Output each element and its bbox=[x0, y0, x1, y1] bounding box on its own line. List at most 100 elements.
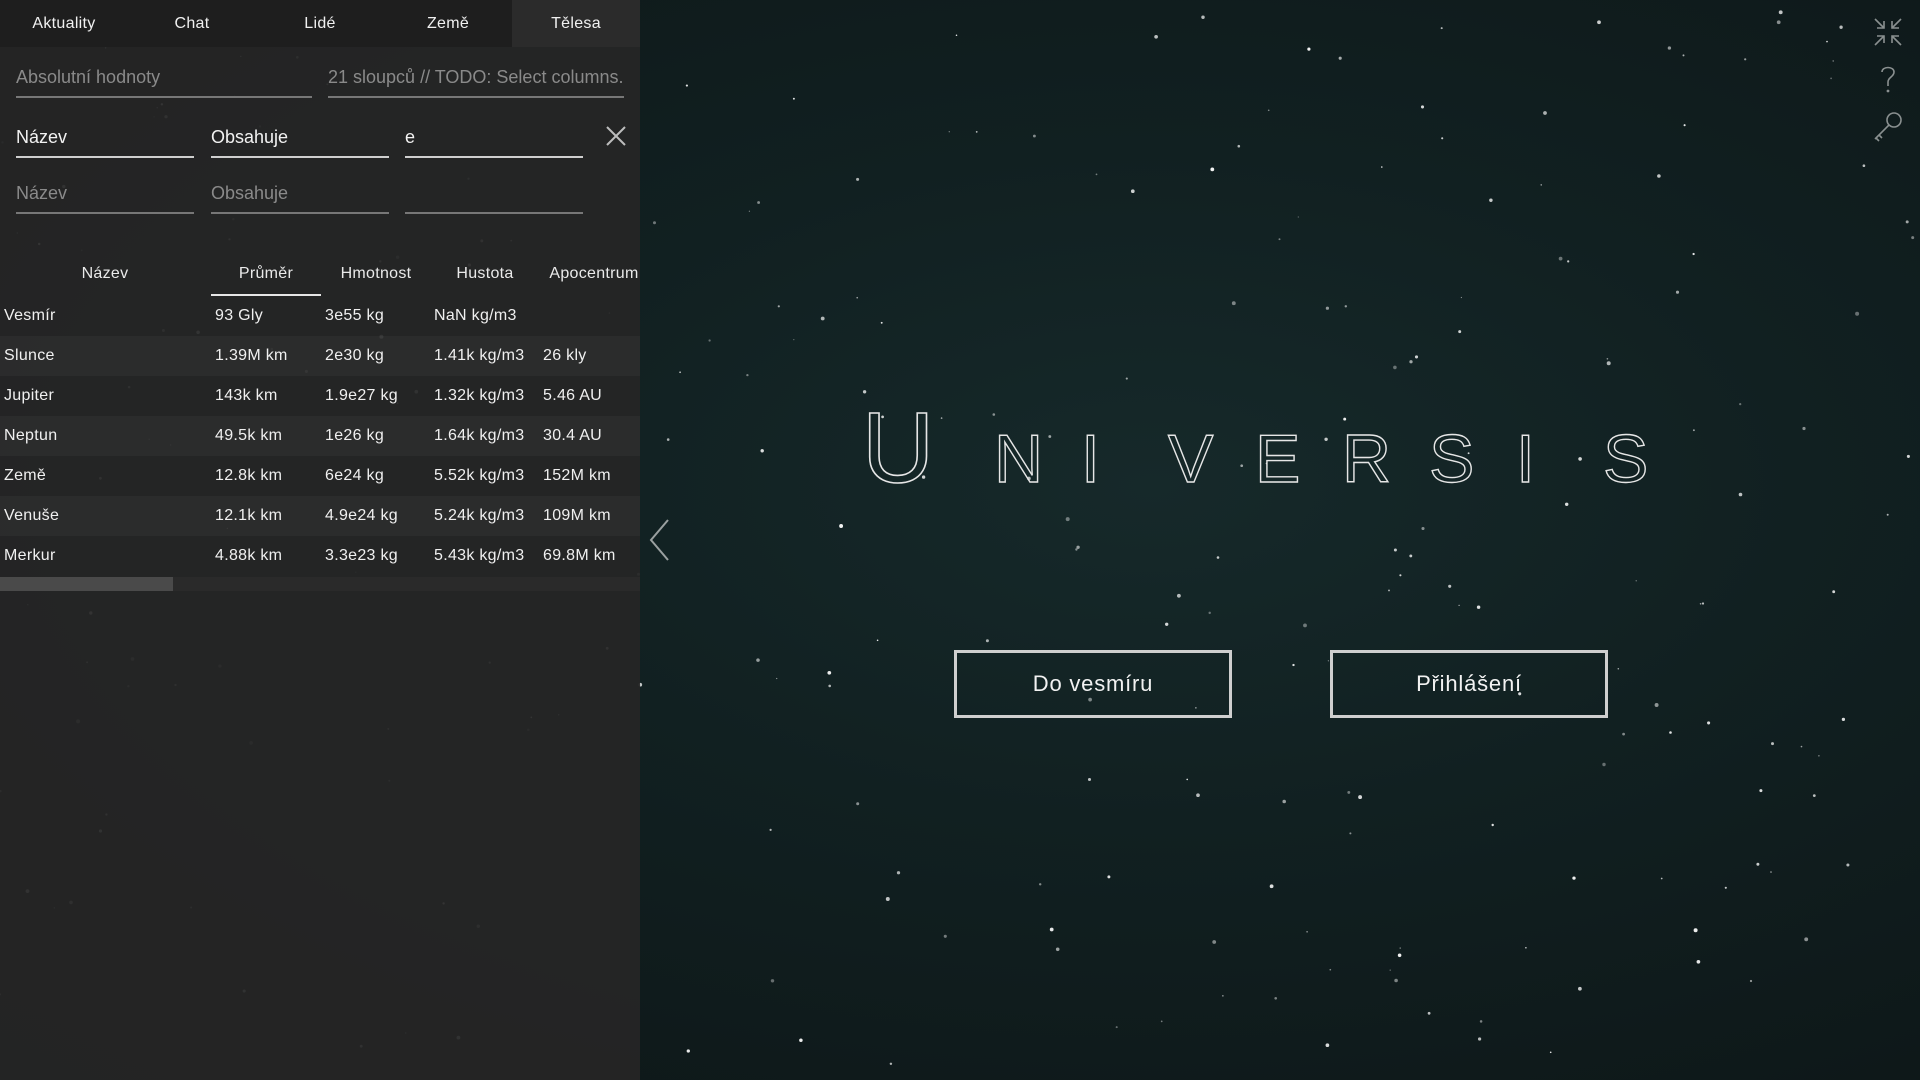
login-button[interactable]: Přihlášení bbox=[1330, 650, 1608, 718]
star bbox=[1212, 940, 1217, 944]
table-row[interactable]: Vesmír 93 Gly 3e55 kg NaN kg/m3 bbox=[0, 296, 640, 336]
filter-2-operator-select[interactable]: Obsahuje bbox=[211, 172, 389, 214]
star bbox=[1657, 174, 1661, 178]
tab-aktuality[interactable]: Aktuality bbox=[0, 0, 128, 47]
star bbox=[1327, 660, 1330, 662]
table-cell: 5.46 AU bbox=[543, 387, 603, 404]
column-header-nazev[interactable]: Název bbox=[0, 254, 210, 294]
table-cell: Merkur bbox=[4, 547, 56, 564]
filter-2-column-select[interactable]: Název bbox=[16, 172, 194, 214]
table-row[interactable]: Slunce 1.39M km 2e30 kg 1.41k kg/m3 26 kly bbox=[0, 336, 640, 376]
horizontal-scrollbar[interactable] bbox=[0, 577, 640, 591]
table-cell: Neptun bbox=[4, 427, 58, 444]
star bbox=[1154, 34, 1158, 39]
column-header-hmotnost[interactable]: Hmotnost bbox=[321, 254, 431, 294]
star bbox=[792, 97, 795, 100]
table-row[interactable]: Venuše 12.1k km 4.9e24 kg 5.24k kg/m3 109M k… bbox=[0, 496, 640, 536]
star bbox=[1297, 216, 1299, 218]
star bbox=[799, 1038, 803, 1043]
star bbox=[1830, 77, 1832, 80]
star bbox=[1125, 377, 1128, 380]
star bbox=[1578, 986, 1582, 991]
key-icon[interactable] bbox=[1872, 110, 1904, 142]
table-row[interactable]: Neptun 49.5k km 1e26 kg 1.64k kg/m3 30.4 AU bbox=[0, 416, 640, 456]
tab-lide[interactable]: Lidé bbox=[256, 0, 384, 47]
star bbox=[1525, 947, 1527, 949]
filter-1-operator-select[interactable]: Obsahuje bbox=[211, 116, 389, 158]
column-header-hustota[interactable]: Hustota bbox=[431, 254, 539, 294]
filter-2-value-input[interactable] bbox=[405, 172, 583, 214]
star bbox=[1421, 526, 1425, 531]
compress-icon[interactable] bbox=[1872, 16, 1904, 48]
enter-universe-button[interactable]: Do vesmíru bbox=[954, 650, 1232, 718]
columns-info-field[interactable]: 21 sloupců // TODO: Select columns. bbox=[328, 56, 624, 98]
chevron-left-icon[interactable] bbox=[648, 518, 672, 562]
table-cell: 143k km bbox=[215, 387, 278, 404]
star bbox=[793, 338, 795, 341]
star bbox=[1274, 996, 1278, 1000]
table-cell: 5.52k kg/m3 bbox=[434, 467, 525, 484]
column-header-apocentrum[interactable]: Apocentrum bbox=[539, 254, 640, 294]
star bbox=[1393, 365, 1397, 370]
table-row[interactable]: Země 12.8k km 6e24 kg 5.52k kg/m3 152M km bbox=[0, 456, 640, 496]
table-cell: Slunce bbox=[4, 347, 55, 364]
scrollbar-thumb[interactable] bbox=[0, 577, 173, 591]
table-cell: Země bbox=[4, 467, 47, 484]
star bbox=[1325, 306, 1329, 310]
star bbox=[1693, 928, 1698, 933]
star bbox=[1692, 252, 1695, 256]
table-cell: 1.41k kg/m3 bbox=[434, 347, 525, 364]
star bbox=[955, 34, 958, 37]
star bbox=[1800, 745, 1803, 748]
tab-zeme[interactable]: Země bbox=[384, 0, 512, 47]
star bbox=[828, 684, 832, 688]
star bbox=[1567, 260, 1570, 263]
star bbox=[1749, 979, 1753, 983]
star bbox=[1667, 46, 1672, 50]
table-cell: 26 kly bbox=[543, 347, 587, 364]
star bbox=[1812, 794, 1816, 797]
close-icon[interactable] bbox=[604, 124, 628, 148]
table-cell: 1.32k kg/m3 bbox=[434, 387, 525, 404]
table-cell: 12.1k km bbox=[215, 507, 283, 524]
tab-telesa[interactable]: Tělesa bbox=[512, 0, 640, 47]
filter-1-column-select[interactable]: Název bbox=[16, 116, 194, 158]
star bbox=[1441, 137, 1444, 140]
star bbox=[876, 639, 879, 642]
star bbox=[1606, 357, 1609, 360]
column-header-prumer[interactable]: Průměr bbox=[211, 254, 321, 296]
star bbox=[1130, 189, 1135, 194]
table-row[interactable]: Merkur 4.88k km 3.3e23 kg 5.43k kg/m3 69.8M … bbox=[0, 536, 640, 576]
table-cell: Jupiter bbox=[4, 387, 55, 404]
star bbox=[1087, 777, 1092, 782]
star bbox=[975, 131, 978, 133]
star bbox=[839, 524, 844, 528]
values-mode-select[interactable]: Absolutní hodnoty bbox=[16, 56, 312, 98]
logo-first-letter: U bbox=[862, 392, 934, 492]
star bbox=[856, 802, 860, 806]
star bbox=[1186, 778, 1189, 781]
star bbox=[1038, 883, 1042, 886]
star bbox=[1558, 256, 1563, 261]
star bbox=[880, 321, 883, 324]
tab-chat[interactable]: Chat bbox=[128, 0, 256, 47]
table-cell: 5.24k kg/m3 bbox=[434, 507, 525, 524]
table-cell: NaN kg/m3 bbox=[434, 307, 517, 324]
star bbox=[1388, 589, 1390, 592]
star bbox=[1399, 574, 1402, 577]
logo-text: NIVERSIS bbox=[994, 421, 1648, 492]
star bbox=[1049, 927, 1054, 932]
star bbox=[1675, 290, 1680, 294]
star bbox=[1393, 548, 1397, 552]
star bbox=[1617, 668, 1620, 670]
filter-1-value-input[interactable]: e bbox=[405, 116, 583, 158]
star bbox=[1458, 330, 1462, 334]
star bbox=[885, 897, 890, 901]
star bbox=[1692, 429, 1695, 432]
star bbox=[1669, 731, 1672, 734]
table-row[interactable]: Jupiter 143k km 1.9e27 kg 1.32k kg/m3 5.46 A… bbox=[0, 376, 640, 416]
question-mark-icon[interactable] bbox=[1872, 62, 1904, 94]
table-cell: 1.9e27 kg bbox=[325, 387, 398, 404]
star bbox=[1549, 1051, 1552, 1054]
star bbox=[1911, 236, 1915, 240]
